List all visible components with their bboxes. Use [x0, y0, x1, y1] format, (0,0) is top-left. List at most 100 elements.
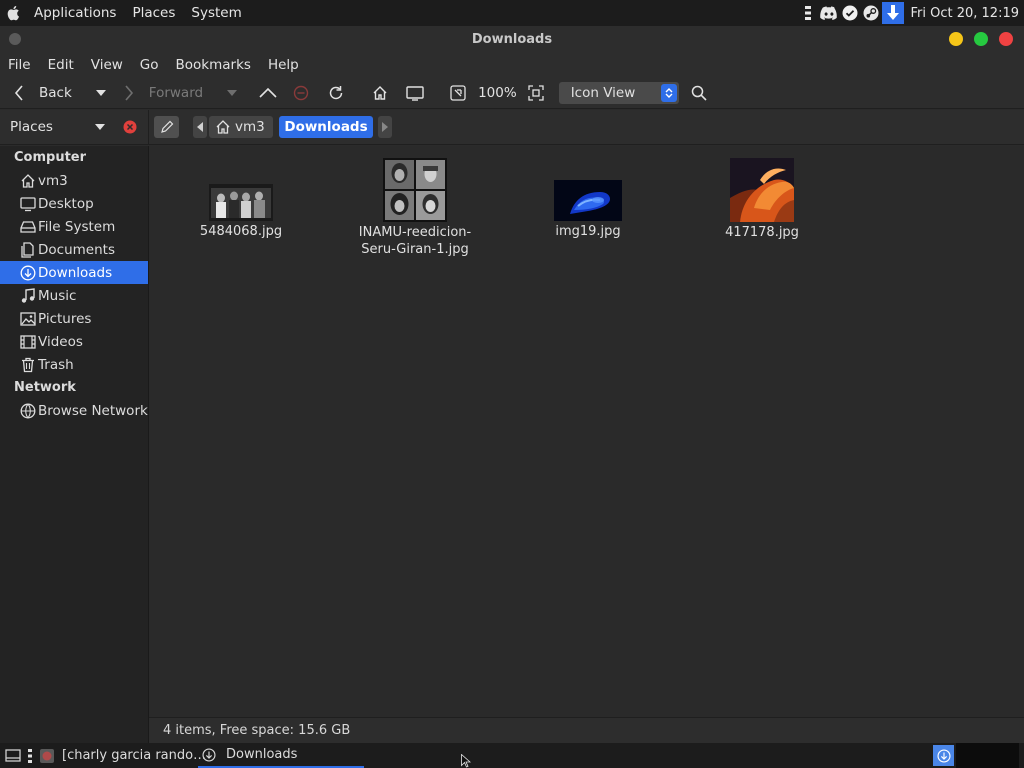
file-thumbnail	[209, 184, 273, 221]
view-mode-select[interactable]: Icon View	[558, 82, 679, 104]
sidebar-item-vm3[interactable]: vm3	[0, 169, 148, 192]
home-icon	[20, 173, 36, 189]
apple-menu-icon[interactable]	[0, 0, 26, 26]
download-status-icon[interactable]	[933, 745, 954, 766]
videos-icon	[20, 334, 36, 350]
sidebar-item-browse-network[interactable]: Browse Network	[0, 399, 148, 422]
window-menu-button[interactable]	[9, 33, 21, 45]
crumb-downloads[interactable]: Downloads	[279, 116, 373, 138]
file-item[interactable]: img19.jpg	[538, 180, 638, 240]
menu-go[interactable]: Go	[134, 57, 165, 73]
menu-bookmarks[interactable]: Bookmarks	[170, 57, 257, 73]
up-arrow-icon[interactable]	[259, 79, 277, 107]
sidebar-section-network: Network	[14, 380, 76, 395]
sidebar-item-label: vm3	[38, 172, 68, 189]
panel-menu-system[interactable]: System	[183, 5, 249, 21]
desktop-icon	[20, 196, 36, 212]
steam-icon[interactable]	[861, 3, 881, 23]
forward-button[interactable]: Forward	[124, 79, 203, 107]
file-name-line1: INAMU-reedicion-	[358, 225, 472, 240]
sidebar-item-pictures[interactable]: Pictures	[0, 307, 148, 330]
mouse-pointer-icon	[461, 743, 473, 768]
file-name: 417178.jpg	[725, 225, 799, 240]
forward-label: Forward	[148, 85, 204, 101]
menu-view[interactable]: View	[85, 57, 129, 73]
search-icon[interactable]	[691, 79, 707, 107]
sidebar-section-computer: Computer	[14, 150, 87, 165]
sidebar-item-file-system[interactable]: File System	[0, 215, 148, 238]
crumb-scroll-left-button[interactable]	[193, 116, 207, 138]
maximize-button[interactable]	[974, 32, 988, 46]
crumb-vm3[interactable]: vm3	[209, 116, 273, 138]
taskbar-item-label: Downloads	[226, 747, 298, 762]
taskbar-item-downloads[interactable]: Downloads	[198, 743, 364, 768]
computer-icon[interactable]	[406, 79, 424, 107]
sidebar-item-label: Music	[38, 287, 77, 304]
show-desktop-icon[interactable]	[4, 743, 22, 768]
sidebar-item-trash[interactable]: Trash	[0, 353, 148, 376]
toggle-location-entry-button[interactable]	[154, 116, 179, 138]
sidebar-header: Places	[0, 109, 149, 145]
sidebar: Computer vm3 Desktop File System Documen…	[0, 146, 149, 743]
location-bar: Places vm3 Downloads	[0, 109, 1024, 145]
sidebar-item-desktop[interactable]: Desktop	[0, 192, 148, 215]
sidebar-item-downloads[interactable]: Downloads	[0, 261, 148, 284]
pictures-icon	[20, 311, 36, 327]
sidebar-item-label: Trash	[38, 356, 74, 373]
file-item[interactable]: 5484068.jpg	[191, 184, 291, 240]
zoom-out-icon[interactable]	[450, 79, 466, 107]
browser-window-icon	[40, 748, 54, 763]
panel-menu-dots-icon[interactable]	[26, 743, 34, 768]
view-mode-value: Icon View	[570, 85, 636, 101]
forward-history-dropdown[interactable]	[227, 79, 238, 107]
grid-icon[interactable]	[798, 3, 818, 23]
sidebar-mode-dropdown-icon[interactable]	[94, 124, 105, 130]
bottom-panel: [charly garcia rando… Downloads	[0, 743, 1024, 768]
sidebar-item-label: Desktop	[38, 195, 94, 212]
download-icon	[20, 265, 36, 281]
close-sidebar-icon[interactable]	[123, 120, 137, 134]
file-item[interactable]: INAMU-reedicion- Seru-Giran-1.jpg	[353, 158, 477, 258]
check-circle-icon[interactable]	[840, 3, 860, 23]
zoom-in-icon[interactable]	[528, 79, 544, 107]
workspace-indicator[interactable]	[956, 743, 1019, 768]
back-history-dropdown[interactable]	[95, 79, 106, 107]
stop-icon[interactable]	[293, 79, 309, 107]
window-titlebar[interactable]: Downloads	[0, 26, 1024, 52]
crumb-scroll-right-button[interactable]	[378, 116, 392, 138]
sidebar-item-label: Browse Network	[38, 402, 148, 419]
panel-menu-applications[interactable]: Applications	[26, 5, 124, 21]
zoom-level[interactable]: 100%	[478, 79, 517, 107]
documents-icon	[20, 241, 36, 258]
chevron-left-icon	[14, 85, 24, 101]
home-icon[interactable]	[372, 79, 388, 107]
minimize-button[interactable]	[949, 32, 963, 46]
crumb-vm3-label: vm3	[235, 119, 265, 135]
file-thumbnail	[730, 158, 794, 222]
crumb-downloads-label: Downloads	[284, 119, 368, 135]
sidebar-item-videos[interactable]: Videos	[0, 330, 148, 353]
chevron-right-icon	[124, 85, 134, 101]
file-item[interactable]: 417178.jpg	[712, 158, 812, 241]
top-panel: Applications Places System Fri Oct 20, 1…	[0, 0, 1024, 26]
menu-edit[interactable]: Edit	[42, 57, 80, 73]
sidebar-item-label: Pictures	[38, 310, 92, 327]
back-button[interactable]: Back	[14, 79, 72, 107]
sidebar-mode-label[interactable]: Places	[10, 119, 53, 135]
select-arrows-icon	[660, 84, 677, 102]
file-thumbnail	[554, 180, 622, 221]
sidebar-item-music[interactable]: Music	[0, 284, 148, 307]
download-arrow-icon[interactable]	[881, 2, 904, 24]
menu-file[interactable]: File	[2, 57, 37, 73]
file-view[interactable]: 5484068.jpg INAMU-reedicion- Seru-Giran-…	[149, 146, 1024, 717]
close-button[interactable]	[999, 32, 1013, 46]
panel-clock[interactable]: Fri Oct 20, 12:19	[904, 6, 1024, 21]
taskbar-item-browser[interactable]: [charly garcia rando…	[40, 743, 206, 768]
panel-menu-places[interactable]: Places	[124, 5, 183, 21]
reload-icon[interactable]	[327, 79, 345, 107]
discord-icon[interactable]	[819, 3, 839, 23]
sidebar-item-documents[interactable]: Documents	[0, 238, 148, 261]
system-tray	[797, 0, 904, 26]
menu-help[interactable]: Help	[262, 57, 305, 73]
menubar: File Edit View Go Bookmarks Help	[0, 52, 1024, 78]
